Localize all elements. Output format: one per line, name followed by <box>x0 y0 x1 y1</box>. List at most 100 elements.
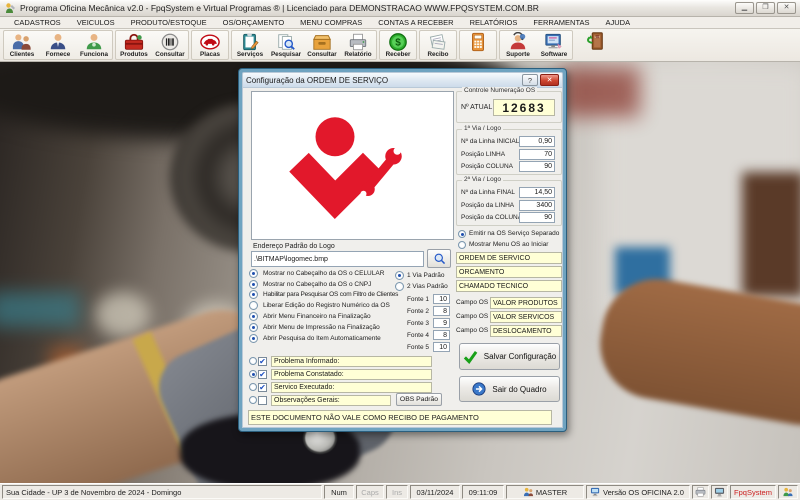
users-icon <box>523 487 534 497</box>
via1-row2-label: Posição LINHA <box>461 151 505 158</box>
mostrar-menu-radio[interactable] <box>458 241 466 249</box>
servicos-button[interactable]: Serviços <box>232 31 268 59</box>
toolbar-group-products: Produtos Consultar <box>115 30 189 60</box>
products-icon <box>122 32 146 52</box>
funcionarios-button[interactable]: Funciona <box>76 31 112 59</box>
close-button[interactable]: ✕ <box>777 2 796 14</box>
placas-button[interactable]: Placas <box>192 31 228 59</box>
via2-row1-input[interactable]: 14,50 <box>519 187 555 198</box>
photo-door <box>742 172 800 297</box>
pesquisar-os-button[interactable]: Pesquisar <box>268 31 304 59</box>
window-title: Programa Oficina Mecânica v2.0 - FpqSyst… <box>20 3 733 13</box>
observacoes-radio[interactable] <box>249 396 257 404</box>
emitir-separado-radio[interactable] <box>458 230 466 238</box>
dialog-close-icon[interactable]: ✕ <box>540 74 559 86</box>
fonte1-input[interactable]: 10 <box>433 294 450 304</box>
display-icon <box>714 487 725 497</box>
fonte5-input[interactable]: 10 <box>433 342 450 352</box>
menu-produto-estoque[interactable]: PRODUTO/ESTOQUE <box>123 18 215 27</box>
option-pesquisa-item-label: Abrir Pesquisa do Item Automaticamente <box>263 335 381 342</box>
option-cnpj-radio[interactable] <box>249 280 258 289</box>
via2-group: 2ª Via / Logo Nº da Linha FINAL 14,50 Po… <box>456 180 562 226</box>
recibo-button[interactable]: Recibo <box>420 31 456 59</box>
menu-compras[interactable]: MENU COMPRAS <box>292 18 370 27</box>
servico-executado-radio[interactable] <box>249 383 257 391</box>
suporte-button[interactable]: Suporte <box>500 31 536 59</box>
dialog-body: Endereço Padrão do Logo .\BITMAP\logomec… <box>242 88 563 428</box>
minimize-button[interactable]: ▁ <box>735 2 754 14</box>
fonte4-input[interactable]: 8 <box>433 330 450 340</box>
restore-button[interactable]: ❐ <box>756 2 775 14</box>
menu-os-orcamento[interactable]: OS/ORÇAMENTO <box>215 18 293 27</box>
obs-padrao-button[interactable]: OBS Padrão <box>396 393 442 406</box>
problema-informado-checkbox[interactable] <box>258 357 267 366</box>
via2-row2-label: Posição da LINHA <box>461 202 514 209</box>
campo-os2-field[interactable]: VALOR SERVICOS <box>490 311 562 323</box>
toolbar-group-plates: Placas <box>191 30 229 60</box>
consultar-os-button[interactable]: Consultar <box>304 31 340 59</box>
via1-row1-label: Nº da Linha INICIAL <box>461 138 519 145</box>
doc-type-os-field[interactable]: ORDEM DE SERVICO <box>456 252 562 264</box>
fonte3-input[interactable]: 9 <box>433 318 450 328</box>
problema-constatado-radio[interactable] <box>249 370 257 378</box>
numbering-group: Controle Numeração OS Nº ATUAL 12683 <box>456 91 562 123</box>
dialog-titlebar[interactable]: Configuração da ORDEM DE SERVIÇO ? ✕ <box>242 72 563 88</box>
problema-constatado-checkbox[interactable] <box>258 370 267 379</box>
fornecedores-button[interactable]: Fornece <box>40 31 76 59</box>
via2-radio[interactable] <box>395 282 404 291</box>
window-titlebar: Programa Oficina Mecânica v2.0 - FpqSyst… <box>0 0 800 17</box>
browse-logo-button[interactable] <box>427 249 451 268</box>
servico-executado-checkbox[interactable] <box>258 383 267 392</box>
option-pesquisa-item-radio[interactable] <box>249 334 258 343</box>
doc-type-orcamento-field[interactable]: ORCAMENTO <box>456 266 562 278</box>
option-financeiro-radio[interactable] <box>249 312 258 321</box>
receber-button[interactable]: $ Receber <box>380 31 416 59</box>
fonte2-input[interactable]: 8 <box>433 306 450 316</box>
problema-informado-radio[interactable] <box>249 357 257 365</box>
via2-row3-input[interactable]: 90 <box>519 212 555 223</box>
via1-row1-input[interactable]: 0,90 <box>519 136 555 147</box>
servico-executado-field[interactable]: Servico Executado: <box>271 382 432 393</box>
menu-cadastros[interactable]: CADASTROS <box>6 18 69 27</box>
option-filtro-radio[interactable] <box>249 290 258 299</box>
menu-ferramentas[interactable]: FERRAMENTAS <box>525 18 597 27</box>
observacoes-field[interactable]: Observações Gerais: <box>271 395 391 406</box>
observacoes-checkbox[interactable] <box>258 396 267 405</box>
receipt-icon <box>426 32 450 52</box>
problema-informado-field[interactable]: Problema Informado: <box>271 356 432 367</box>
produtos-button[interactable]: Produtos <box>116 31 152 59</box>
option-edicao-radio[interactable] <box>249 301 258 310</box>
supplier-icon <box>46 32 70 52</box>
via1-row3-input[interactable]: 90 <box>519 161 555 172</box>
toolbar-group-calculator <box>459 30 497 60</box>
consultar-produtos-button[interactable]: Consultar <box>152 31 188 59</box>
relatorio-button[interactable]: Relatório <box>340 31 376 59</box>
via2-row2-input[interactable]: 3400 <box>519 200 555 211</box>
via1-row2-input[interactable]: 70 <box>519 149 555 160</box>
dialog-title: Configuração da ORDEM DE SERVIÇO <box>246 76 522 85</box>
menu-relatorios[interactable]: RELATÓRIOS <box>462 18 526 27</box>
save-config-button[interactable]: Salvar Configuração <box>459 343 560 370</box>
campo-os3-field[interactable]: DESLOCAMENTO <box>490 325 562 337</box>
menu-contas-receber[interactable]: CONTAS A RECEBER <box>370 18 461 27</box>
clientes-button[interactable]: Clientes <box>4 31 40 59</box>
sair-button[interactable]: EXIT <box>577 30 613 60</box>
menu-veiculos[interactable]: VEICULOS <box>69 18 123 27</box>
status-display[interactable] <box>711 485 728 499</box>
option-impressao-radio[interactable] <box>249 323 258 332</box>
campo-os1-field[interactable]: VALOR PRODUTOS <box>490 297 562 309</box>
calculadora-button[interactable] <box>460 31 496 59</box>
option-celular-radio[interactable] <box>249 269 258 278</box>
exit-dialog-button[interactable]: Sair do Quadro <box>459 376 560 402</box>
help-icon[interactable]: ? <box>522 74 538 86</box>
fonte3-label: Fonte 3 <box>389 320 429 327</box>
logo-path-input[interactable]: .\BITMAP\logomec.bmp <box>251 251 424 267</box>
num-atual-field[interactable]: 12683 <box>493 99 555 116</box>
save-config-label: Salvar Configuração <box>484 352 556 361</box>
menu-ajuda[interactable]: AJUDA <box>597 18 638 27</box>
software-button[interactable]: Software <box>536 31 572 59</box>
status-printer[interactable] <box>692 485 709 499</box>
problema-constatado-field[interactable]: Problema Constatado: <box>271 369 432 380</box>
doc-type-chamado-field[interactable]: CHAMADO TECNICO <box>456 280 562 292</box>
via1-radio[interactable] <box>395 271 404 280</box>
